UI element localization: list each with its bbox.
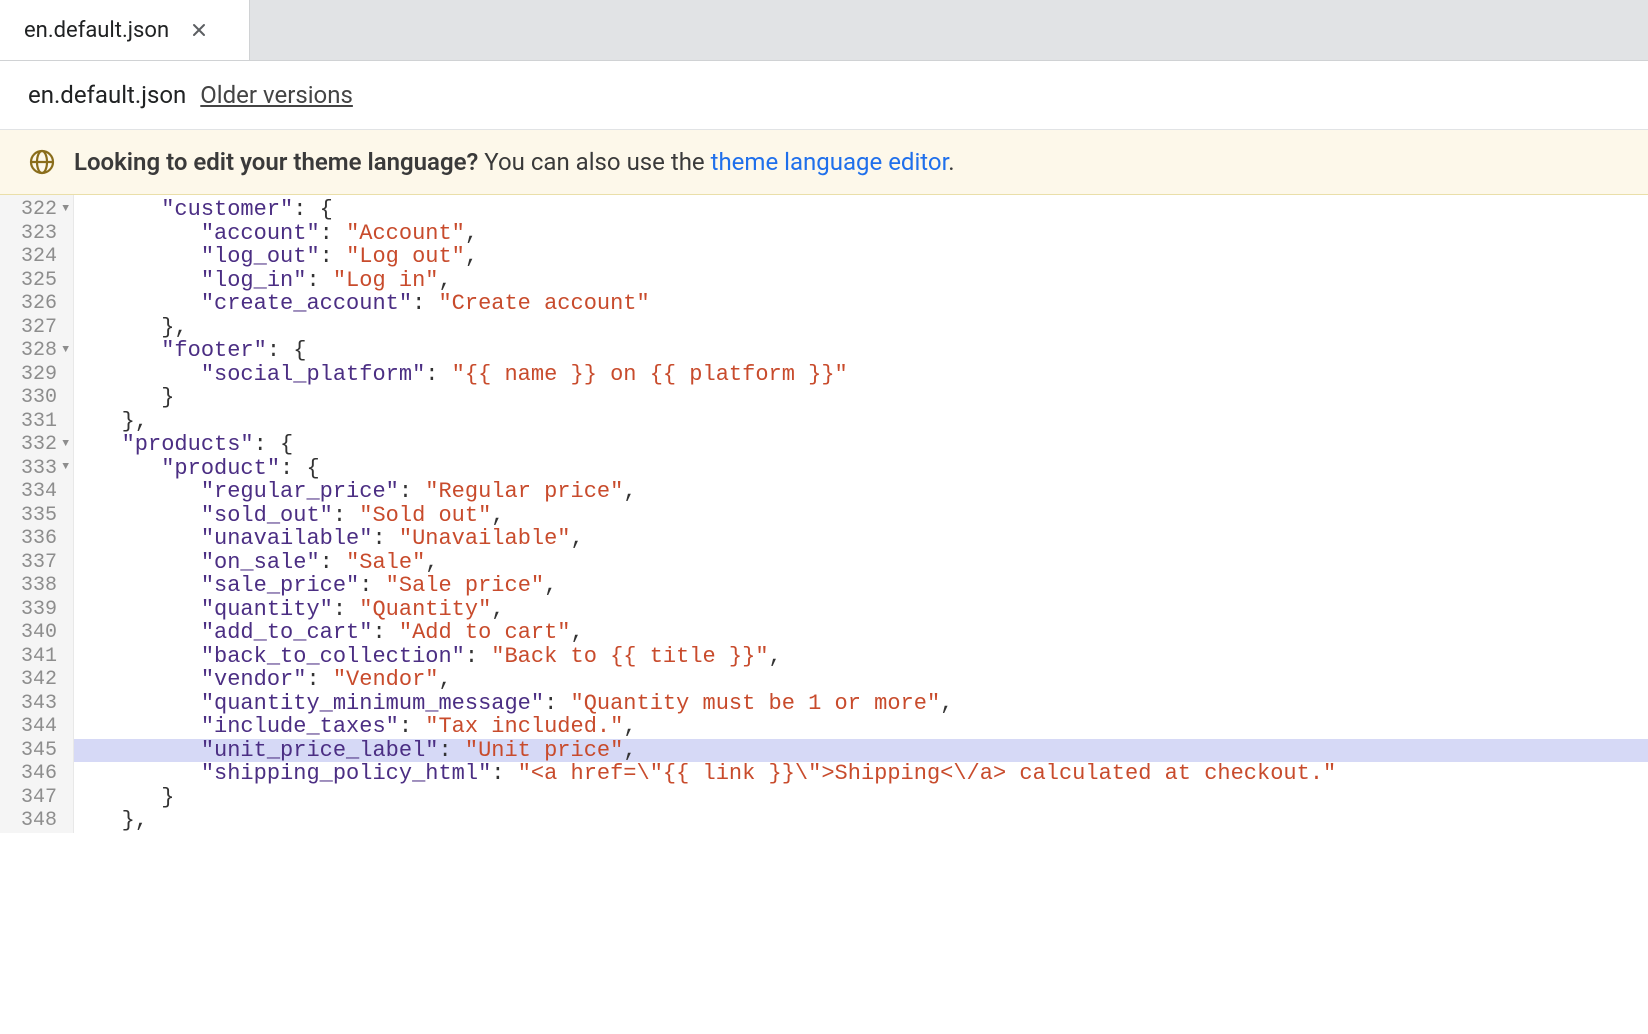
line-number: 341 bbox=[0, 645, 73, 669]
fold-toggle-icon[interactable]: ▼ bbox=[59, 439, 69, 451]
fold-toggle-icon[interactable]: ▼ bbox=[59, 204, 69, 216]
code-line[interactable]: }, bbox=[82, 410, 1648, 434]
code-line[interactable]: "customer": { bbox=[82, 198, 1648, 222]
code-line[interactable]: "product": { bbox=[82, 457, 1648, 481]
code-line[interactable]: "shipping_policy_html": "<a href=\"{{ li… bbox=[82, 762, 1648, 786]
globe-icon bbox=[28, 148, 56, 176]
fold-toggle-icon[interactable]: ▼ bbox=[59, 345, 69, 357]
code-line[interactable]: "unavailable": "Unavailable", bbox=[82, 527, 1648, 551]
code-line[interactable]: "social_platform": "{{ name }} on {{ pla… bbox=[82, 363, 1648, 387]
line-number: 325 bbox=[0, 269, 73, 293]
line-number: 323 bbox=[0, 222, 73, 246]
code-line[interactable]: }, bbox=[82, 809, 1648, 833]
code-line[interactable]: "quantity_minimum_message": "Quantity mu… bbox=[82, 692, 1648, 716]
code-line[interactable]: "log_out": "Log out", bbox=[82, 245, 1648, 269]
code-line[interactable]: "products": { bbox=[82, 433, 1648, 457]
line-number: 348 bbox=[0, 809, 73, 833]
code-line[interactable]: "create_account": "Create account" bbox=[82, 292, 1648, 316]
notice-period: . bbox=[948, 148, 954, 176]
line-number: 340 bbox=[0, 621, 73, 645]
tab-filename: en.default.json bbox=[24, 18, 169, 43]
notice-text: Looking to edit your theme language? You… bbox=[74, 148, 955, 176]
code-line[interactable]: "regular_price": "Regular price", bbox=[82, 480, 1648, 504]
code-line[interactable]: "log_in": "Log in", bbox=[82, 269, 1648, 293]
code-line[interactable]: "account": "Account", bbox=[82, 222, 1648, 246]
line-number: 330 bbox=[0, 386, 73, 410]
line-number: 327 bbox=[0, 316, 73, 340]
file-title: en.default.json bbox=[28, 81, 186, 109]
notice-banner: Looking to edit your theme language? You… bbox=[0, 130, 1648, 195]
line-number: 328▼ bbox=[0, 339, 73, 363]
code-line[interactable]: "quantity": "Quantity", bbox=[82, 598, 1648, 622]
line-number: 345 bbox=[0, 739, 73, 763]
notice-strong: Looking to edit your theme language? bbox=[74, 148, 478, 176]
line-number: 324 bbox=[0, 245, 73, 269]
line-number: 326 bbox=[0, 292, 73, 316]
code-editor[interactable]: 322▼323324325326327328▼329330331332▼333▼… bbox=[0, 195, 1648, 833]
code-line[interactable]: } bbox=[82, 786, 1648, 810]
code-line[interactable]: "unit_price_label": "Unit price", bbox=[74, 739, 1648, 763]
code-line[interactable]: "add_to_cart": "Add to cart", bbox=[82, 621, 1648, 645]
line-number: 332▼ bbox=[0, 433, 73, 457]
code-line[interactable]: "sale_price": "Sale price", bbox=[82, 574, 1648, 598]
code-line[interactable]: } bbox=[82, 386, 1648, 410]
line-number: 339 bbox=[0, 598, 73, 622]
code-line[interactable]: "include_taxes": "Tax included.", bbox=[82, 715, 1648, 739]
line-number: 347 bbox=[0, 786, 73, 810]
code-line[interactable]: "vendor": "Vendor", bbox=[82, 668, 1648, 692]
fold-toggle-icon[interactable]: ▼ bbox=[59, 462, 69, 474]
line-number: 344 bbox=[0, 715, 73, 739]
tab-active[interactable]: en.default.json bbox=[0, 0, 250, 60]
code-line[interactable]: }, bbox=[82, 316, 1648, 340]
code-line[interactable]: "on_sale": "Sale", bbox=[82, 551, 1648, 575]
notice-rest: You can also use the bbox=[478, 148, 710, 176]
code-area[interactable]: "customer": { "account": "Account", "log… bbox=[74, 195, 1648, 833]
line-number: 346 bbox=[0, 762, 73, 786]
line-number: 343 bbox=[0, 692, 73, 716]
gutter: 322▼323324325326327328▼329330331332▼333▼… bbox=[0, 195, 74, 833]
line-number: 337 bbox=[0, 551, 73, 575]
code-line[interactable]: "back_to_collection": "Back to {{ title … bbox=[82, 645, 1648, 669]
line-number: 329 bbox=[0, 363, 73, 387]
line-number: 331 bbox=[0, 410, 73, 434]
line-number: 336 bbox=[0, 527, 73, 551]
line-number: 322▼ bbox=[0, 198, 73, 222]
line-number: 338 bbox=[0, 574, 73, 598]
line-number: 342 bbox=[0, 668, 73, 692]
close-icon[interactable] bbox=[187, 18, 211, 42]
tab-bar: en.default.json bbox=[0, 0, 1648, 61]
theme-language-editor-link[interactable]: theme language editor bbox=[711, 148, 949, 176]
code-line[interactable]: "sold_out": "Sold out", bbox=[82, 504, 1648, 528]
line-number: 334 bbox=[0, 480, 73, 504]
code-line[interactable]: "footer": { bbox=[82, 339, 1648, 363]
older-versions-link[interactable]: Older versions bbox=[200, 81, 353, 109]
file-header: en.default.json Older versions bbox=[0, 61, 1648, 130]
line-number: 333▼ bbox=[0, 457, 73, 481]
line-number: 335 bbox=[0, 504, 73, 528]
